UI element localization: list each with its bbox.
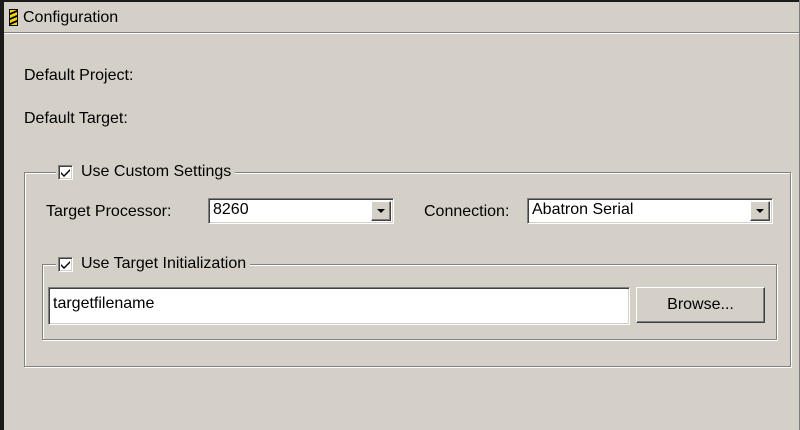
default-project-label: Default Project: — [24, 67, 134, 84]
checkmark-icon — [61, 168, 70, 177]
target-processor-select[interactable]: 8260 — [208, 198, 394, 224]
connection-select[interactable]: Abatron Serial — [527, 198, 773, 224]
target-init-filename-input[interactable]: targetfilename — [48, 287, 630, 325]
window-frame-left — [0, 0, 4, 430]
custom-settings-legend: Use Custom Settings — [56, 162, 236, 182]
configuration-panel: Configuration Default Project: Default T… — [0, 0, 800, 430]
chevron-down-icon — [377, 209, 385, 213]
checkmark-icon — [61, 260, 70, 269]
use-custom-settings-checkbox[interactable] — [58, 164, 73, 180]
target-init-filename-value: targetfilename — [53, 295, 155, 312]
connection-label: Connection: — [424, 203, 510, 220]
connection-dropdown-button[interactable] — [750, 201, 770, 221]
use-custom-settings-label: Use Custom Settings — [81, 163, 232, 180]
target-processor-value: 8260 — [213, 201, 249, 218]
target-processor-label: Target Processor: — [46, 203, 172, 220]
panel-title: Configuration — [23, 9, 119, 26]
use-target-initialization-label: Use Target Initialization — [81, 255, 247, 272]
default-target-label: Default Target: — [24, 110, 128, 127]
use-target-initialization-checkbox[interactable] — [58, 256, 73, 272]
chevron-down-icon — [756, 209, 764, 213]
config-app-icon — [9, 9, 18, 26]
panel-title-bar: Configuration — [4, 2, 799, 34]
connection-value: Abatron Serial — [532, 201, 634, 218]
browse-button[interactable]: Browse... — [636, 287, 765, 323]
target-initialization-legend: Use Target Initialization — [56, 254, 251, 274]
target-processor-dropdown-button[interactable] — [371, 201, 391, 221]
